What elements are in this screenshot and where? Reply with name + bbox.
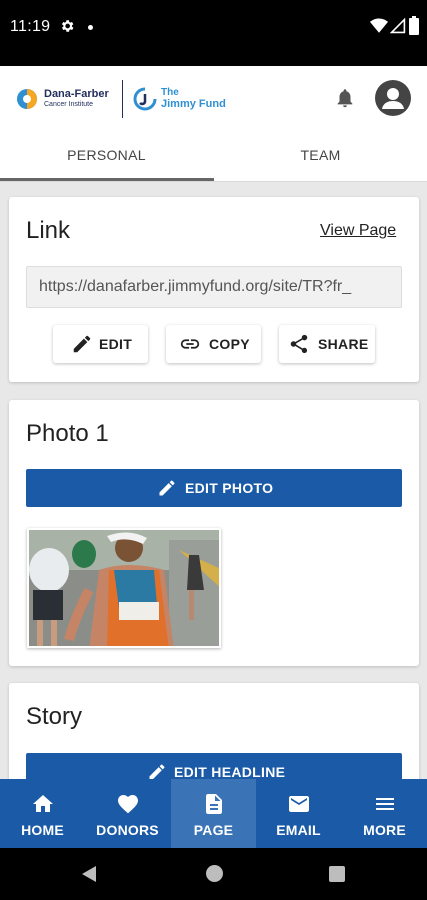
nav-donors-label: DONORS	[96, 822, 159, 838]
back-icon[interactable]	[80, 865, 98, 883]
profile-avatar[interactable]	[375, 80, 411, 116]
pencil-icon	[73, 335, 91, 353]
home-icon	[33, 795, 53, 812]
photo-card: Photo 1 EDIT PHOTO	[9, 400, 419, 666]
gear-icon	[61, 20, 74, 32]
link-icon	[180, 339, 200, 349]
app-screen: 11:19 Dana-Farber Cancer Institute The J…	[0, 0, 427, 900]
nav-page-label: PAGE	[193, 822, 234, 838]
share-link-button[interactable]: SHARE	[279, 325, 375, 363]
photo-card-title: Photo 1	[26, 420, 109, 447]
nav-donors[interactable]: DONORS	[85, 779, 170, 848]
logo-primary-line2: Cancer Institute	[44, 101, 94, 108]
person-icon	[382, 88, 404, 109]
bottom-navigation: HOME DONORS PAGE EMAIL MORE	[0, 779, 427, 848]
jimmy-fund-logo[interactable]: The Jimmy Fund	[133, 86, 233, 112]
battery-icon	[409, 16, 419, 35]
edit-link-label: EDIT	[99, 336, 133, 352]
signal-icon	[390, 18, 406, 34]
edit-photo-label: EDIT PHOTO	[185, 480, 274, 496]
edit-photo-button[interactable]: EDIT PHOTO	[26, 469, 402, 507]
pencil-icon	[159, 480, 175, 496]
menu-icon	[376, 798, 394, 810]
tab-team[interactable]: TEAM	[214, 130, 427, 182]
copy-link-button[interactable]: COPY	[166, 325, 261, 363]
logo-primary-line1: Dana-Farber	[44, 88, 109, 100]
heart-icon	[118, 795, 138, 814]
dana-farber-logo-mark-icon	[17, 89, 37, 109]
jimmy-fund-logo-mark-icon	[133, 87, 157, 111]
nav-page[interactable]: PAGE	[171, 779, 256, 848]
document-icon	[206, 794, 222, 814]
tab-personal[interactable]: PERSONAL	[0, 130, 213, 182]
logo-secondary-line2: Jimmy Fund	[161, 98, 226, 110]
home-button-icon[interactable]	[206, 865, 223, 882]
link-card-title: Link	[26, 217, 71, 244]
dana-farber-logo[interactable]: Dana-Farber Cancer Institute	[16, 86, 116, 112]
mail-icon	[289, 796, 309, 812]
tab-active-indicator	[0, 178, 214, 181]
notification-dot-icon	[88, 25, 93, 30]
edit-headline-label: EDIT HEADLINE	[174, 764, 286, 780]
wifi-icon	[370, 18, 388, 33]
nav-email[interactable]: EMAIL	[256, 779, 341, 848]
app-header: Dana-Farber Cancer Institute The Jimmy F…	[0, 66, 427, 130]
nav-home-label: HOME	[21, 822, 64, 838]
nav-more-label: MORE	[363, 822, 406, 838]
tab-bar: PERSONAL TEAM	[0, 130, 427, 182]
logo-divider	[122, 80, 123, 118]
edit-link-button[interactable]: EDIT	[53, 325, 148, 363]
runner-photo-image	[29, 530, 219, 646]
status-time: 11:19	[10, 18, 51, 35]
runner-photo[interactable]	[27, 528, 221, 648]
link-card: Link View Page https://danafarber.jimmyf…	[9, 197, 419, 382]
nav-email-label: EMAIL	[276, 822, 321, 838]
share-icon	[290, 334, 308, 354]
copy-link-label: COPY	[209, 336, 250, 352]
logo-secondary-line1: The	[161, 87, 179, 98]
notification-bell-icon[interactable]	[334, 87, 356, 109]
recent-apps-icon[interactable]	[329, 866, 345, 882]
system-navigation-bar	[0, 848, 427, 900]
share-link-label: SHARE	[318, 336, 369, 352]
status-bar: 11:19	[0, 0, 427, 66]
view-page-link[interactable]: View Page	[320, 222, 396, 240]
nav-more[interactable]: MORE	[342, 779, 427, 848]
story-card-title: Story	[26, 703, 83, 730]
page-url-field[interactable]: https://danafarber.jimmyfund.org/site/TR…	[26, 266, 402, 308]
nav-home[interactable]: HOME	[0, 779, 85, 848]
